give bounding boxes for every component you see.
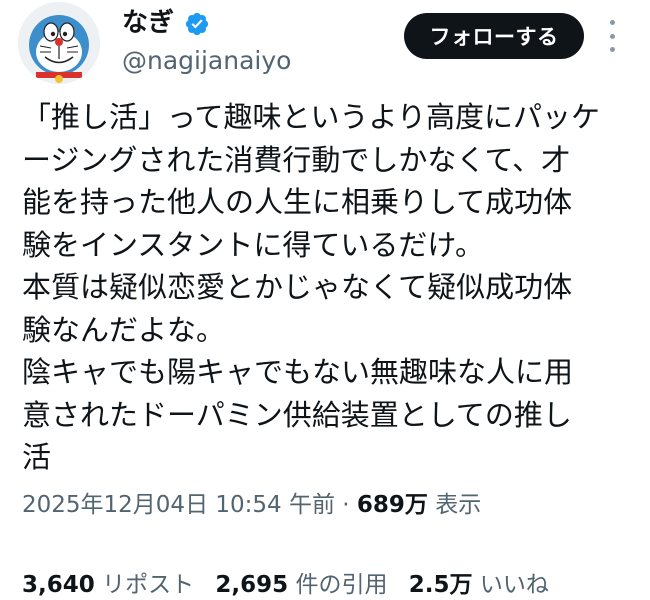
tweet-text-line: 験なんだよな。 <box>22 312 226 347</box>
likes-stat[interactable]: 2.5万 いいね <box>409 572 549 598</box>
tweet-text-line: 験をインスタントに得ているだけ。 <box>22 227 484 262</box>
display-name[interactable]: なぎ <box>122 8 174 39</box>
views-count: 689万 <box>356 492 428 518</box>
reposts-count: 3,640 <box>22 572 95 598</box>
likes-label: いいね <box>479 572 549 598</box>
tweet-text-line: 活 <box>22 440 52 474</box>
reposts-label: リポスト <box>102 572 195 598</box>
tweet-text: 「推し活」って趣味というより高度にパッケ ージングされた消費行動でしかなくて、才… <box>22 96 640 479</box>
views-label: 表示 <box>435 492 482 518</box>
quotes-label: 件の引用 <box>295 572 388 598</box>
user-handle[interactable]: @nagijanaiyo <box>122 46 291 75</box>
follow-button[interactable]: フォローする <box>404 13 584 59</box>
avatar[interactable] <box>18 2 100 84</box>
name-row: なぎ <box>122 8 210 39</box>
quotes-stat[interactable]: 2,695 件の引用 <box>215 572 394 598</box>
quotes-count: 2,695 <box>215 572 289 598</box>
tweet-text-line: 本質は疑似恋愛とかじゃなくて疑似成功体 <box>22 270 573 304</box>
tweet-card: なぎ @nagijanaiyo フォローする 「推し活」って趣味というより高度に… <box>0 0 650 600</box>
verified-badge-icon <box>184 11 210 37</box>
tweet-text-line: 陰キャでも陽キャでもない無趣味な人に用 <box>22 355 574 389</box>
more-options-icon[interactable] <box>605 20 619 52</box>
engagement-stats: 3,640 リポスト 2,695 件の引用 2.5万 いいね <box>22 565 563 599</box>
likes-count: 2.5万 <box>408 572 473 598</box>
tweet-text-line: 「推し活」って趣味というより高度にパッケ <box>22 100 600 134</box>
tweet-text-line: 能を持った他人の人生に相乗りして成功体 <box>22 185 573 219</box>
meta-separator: · <box>342 492 350 518</box>
tweet-text-line: ージングされた消費行動でしかなくて、才 <box>22 142 571 177</box>
reposts-stat[interactable]: 3,640 リポスト <box>22 572 201 598</box>
tweet-meta: 2025年12月04日 10:54 午前 · 689万 表示 <box>22 485 481 519</box>
timestamp[interactable]: 2025年12月04日 10:54 午前 <box>22 492 335 518</box>
tweet-text-line: 意されたドーパミン供給装置としての推し <box>22 397 572 432</box>
